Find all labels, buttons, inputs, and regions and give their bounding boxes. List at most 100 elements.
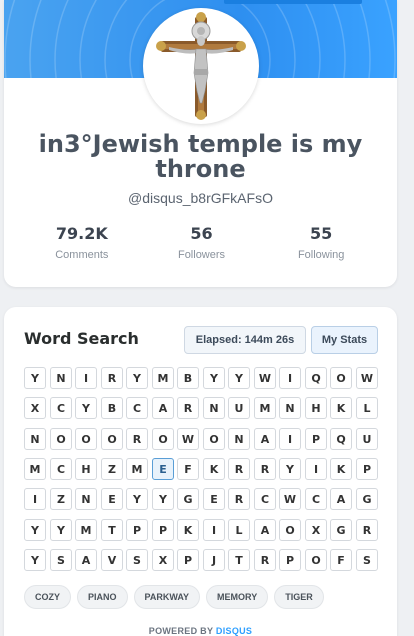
grid-cell[interactable]: R: [228, 458, 250, 480]
grid-cell[interactable]: M: [126, 458, 148, 480]
stat-following[interactable]: 55 Following: [261, 224, 381, 261]
powered-by-footer[interactable]: POWERED BY DISQUS: [4, 626, 397, 636]
grid-cell[interactable]: W: [356, 367, 378, 389]
grid-cell[interactable]: Y: [50, 519, 72, 541]
grid-cell[interactable]: K: [203, 458, 225, 480]
grid-cell[interactable]: M: [24, 458, 46, 480]
grid-cell[interactable]: S: [126, 549, 148, 571]
grid-cell[interactable]: A: [330, 488, 352, 510]
grid-cell[interactable]: W: [254, 367, 276, 389]
grid-cell[interactable]: O: [50, 428, 72, 450]
grid-cell[interactable]: O: [75, 428, 97, 450]
grid-cell[interactable]: A: [75, 549, 97, 571]
grid-cell[interactable]: P: [177, 549, 199, 571]
grid-cell[interactable]: T: [228, 549, 250, 571]
grid-cell[interactable]: L: [228, 519, 250, 541]
grid-cell[interactable]: J: [203, 549, 225, 571]
grid-cell[interactable]: C: [50, 458, 72, 480]
my-stats-button[interactable]: My Stats: [311, 326, 378, 354]
grid-cell[interactable]: T: [101, 519, 123, 541]
grid-cell[interactable]: B: [177, 367, 199, 389]
grid-cell[interactable]: Y: [24, 549, 46, 571]
avatar[interactable]: [143, 8, 259, 124]
grid-cell[interactable]: C: [50, 397, 72, 419]
grid-cell[interactable]: Y: [203, 367, 225, 389]
grid-cell[interactable]: U: [356, 428, 378, 450]
grid-cell[interactable]: I: [75, 367, 97, 389]
grid-cell[interactable]: Q: [305, 367, 327, 389]
grid-cell[interactable]: G: [330, 519, 352, 541]
grid-cell[interactable]: Y: [126, 488, 148, 510]
grid-cell[interactable]: W: [177, 428, 199, 450]
grid-cell[interactable]: R: [126, 428, 148, 450]
grid-cell[interactable]: G: [177, 488, 199, 510]
grid-cell[interactable]: N: [228, 428, 250, 450]
grid-cell[interactable]: M: [75, 519, 97, 541]
grid-cell[interactable]: R: [228, 488, 250, 510]
grid-cell[interactable]: Y: [126, 367, 148, 389]
grid-cell[interactable]: E: [152, 458, 174, 480]
grid-cell[interactable]: K: [330, 397, 352, 419]
stat-followers[interactable]: 56 Followers: [142, 224, 262, 261]
grid-cell[interactable]: Q: [330, 428, 352, 450]
grid-cell[interactable]: N: [279, 397, 301, 419]
grid-cell[interactable]: R: [356, 519, 378, 541]
grid-cell[interactable]: C: [305, 488, 327, 510]
grid-cell[interactable]: O: [279, 519, 301, 541]
grid-cell[interactable]: N: [203, 397, 225, 419]
grid-cell[interactable]: V: [101, 549, 123, 571]
grid-cell[interactable]: N: [75, 488, 97, 510]
grid-cell[interactable]: P: [279, 549, 301, 571]
grid-cell[interactable]: Y: [75, 397, 97, 419]
grid-cell[interactable]: S: [356, 549, 378, 571]
grid-cell[interactable]: H: [305, 397, 327, 419]
grid-cell[interactable]: P: [152, 519, 174, 541]
grid-cell[interactable]: K: [177, 519, 199, 541]
grid-cell[interactable]: U: [228, 397, 250, 419]
grid-cell[interactable]: Y: [228, 367, 250, 389]
grid-cell[interactable]: O: [152, 428, 174, 450]
grid-cell[interactable]: I: [203, 519, 225, 541]
grid-cell[interactable]: Y: [152, 488, 174, 510]
grid-cell[interactable]: P: [126, 519, 148, 541]
grid-cell[interactable]: I: [305, 458, 327, 480]
grid-cell[interactable]: N: [50, 367, 72, 389]
grid-cell[interactable]: A: [254, 428, 276, 450]
grid-cell[interactable]: W: [279, 488, 301, 510]
grid-cell[interactable]: I: [24, 488, 46, 510]
grid-cell[interactable]: Y: [24, 367, 46, 389]
grid-cell[interactable]: L: [356, 397, 378, 419]
grid-cell[interactable]: N: [24, 428, 46, 450]
grid-cell[interactable]: M: [152, 367, 174, 389]
grid-cell[interactable]: A: [254, 519, 276, 541]
grid-cell[interactable]: S: [50, 549, 72, 571]
grid-cell[interactable]: Z: [50, 488, 72, 510]
grid-cell[interactable]: K: [330, 458, 352, 480]
grid-cell[interactable]: O: [203, 428, 225, 450]
grid-cell[interactable]: I: [279, 428, 301, 450]
grid-cell[interactable]: O: [330, 367, 352, 389]
grid-cell[interactable]: F: [177, 458, 199, 480]
grid-cell[interactable]: I: [279, 367, 301, 389]
grid-cell[interactable]: E: [203, 488, 225, 510]
grid-cell[interactable]: H: [75, 458, 97, 480]
grid-cell[interactable]: M: [254, 397, 276, 419]
grid-cell[interactable]: R: [101, 367, 123, 389]
grid-cell[interactable]: Z: [101, 458, 123, 480]
grid-cell[interactable]: F: [330, 549, 352, 571]
grid-cell[interactable]: G: [356, 488, 378, 510]
grid-cell[interactable]: X: [24, 397, 46, 419]
grid-cell[interactable]: R: [177, 397, 199, 419]
grid-cell[interactable]: Y: [24, 519, 46, 541]
grid-cell[interactable]: X: [152, 549, 174, 571]
grid-cell[interactable]: R: [254, 458, 276, 480]
grid-cell[interactable]: O: [101, 428, 123, 450]
grid-cell[interactable]: O: [305, 549, 327, 571]
grid-cell[interactable]: R: [254, 549, 276, 571]
grid-cell[interactable]: B: [101, 397, 123, 419]
grid-cell[interactable]: Y: [279, 458, 301, 480]
stat-comments[interactable]: 79.2K Comments: [22, 224, 142, 261]
grid-cell[interactable]: C: [126, 397, 148, 419]
grid-cell[interactable]: C: [254, 488, 276, 510]
grid-cell[interactable]: A: [152, 397, 174, 419]
